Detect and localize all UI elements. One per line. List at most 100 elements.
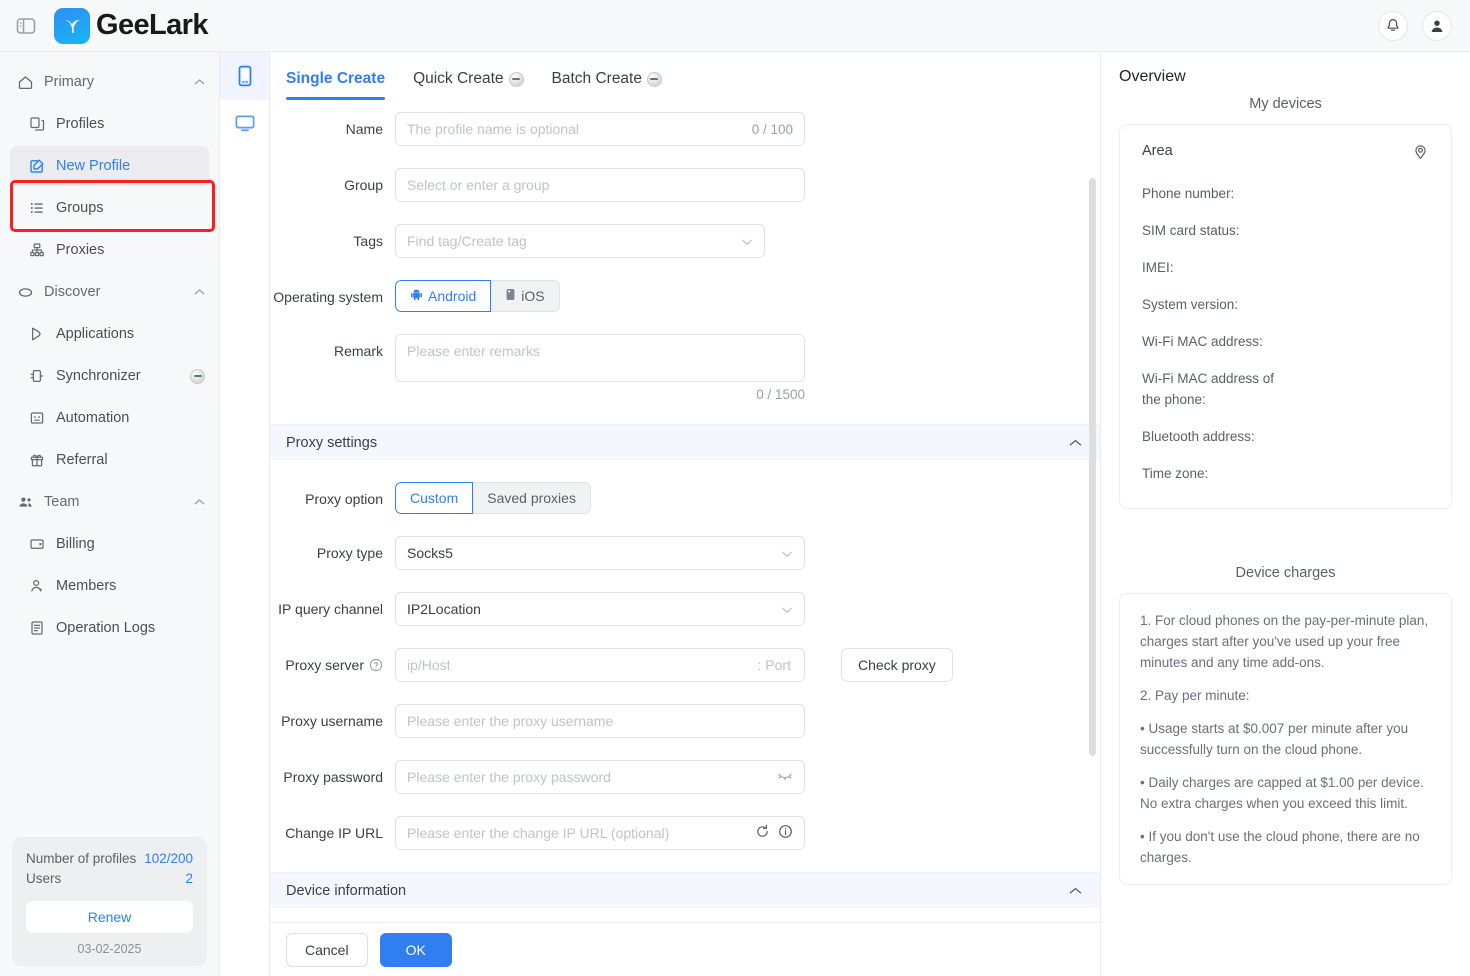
sidebar-item-applications[interactable]: Applications (10, 314, 209, 354)
proxy-option-custom[interactable]: Custom (395, 482, 474, 514)
brand-name: GeeLark (96, 9, 208, 41)
desktop-device-icon[interactable] (220, 100, 269, 148)
proxy-username-input[interactable]: Please enter the proxy username (395, 704, 805, 738)
proxy-password-input[interactable]: Please enter the proxy password (395, 760, 805, 794)
edit-square-icon (28, 157, 46, 175)
os-option-ios[interactable]: iOS (490, 280, 560, 312)
tags-select[interactable]: Find tag/Create tag (395, 224, 765, 258)
device-field: Bluetooth address: (1142, 429, 1255, 444)
device-field: Wi-Fi MAC address of the phone: (1142, 371, 1275, 407)
user-avatar-icon[interactable] (1422, 10, 1452, 41)
sidebar-group-discover[interactable]: Discover (0, 272, 219, 312)
sidebar-item-automation[interactable]: Automation (10, 398, 209, 438)
charge-paragraph: • If you don't use the cloud phone, ther… (1140, 829, 1420, 865)
proxy-password-placeholder: Please enter the proxy password (407, 769, 611, 785)
logs-icon (28, 619, 46, 637)
info-circle-icon[interactable] (778, 824, 793, 842)
proxy-settings-section-header[interactable]: Proxy settings (270, 424, 1100, 460)
map-pin-icon[interactable] (1412, 143, 1429, 165)
name-label: Name (345, 121, 383, 137)
sidebar-item-new-profile[interactable]: New Profile (10, 146, 209, 186)
chevron-down-icon (781, 545, 793, 561)
create-mode-tabs: Single Create Quick Create Batch Create (270, 52, 1100, 106)
broken-image-badge-icon (646, 71, 662, 87)
cancel-button[interactable]: Cancel (286, 932, 368, 967)
sidebar-item-referral[interactable]: Referral (10, 440, 209, 480)
help-circle-icon[interactable] (369, 655, 383, 677)
cloud-icon (16, 283, 34, 301)
proxy-password-control: Please enter the proxy password (395, 760, 1100, 794)
sidebar-nav: Primary Profiles New Profile Groups Prox… (0, 52, 219, 829)
panel-toggle-icon[interactable] (14, 14, 38, 38)
chevron-up-icon[interactable] (1069, 883, 1082, 899)
phone-device-icon[interactable] (220, 52, 269, 100)
device-type-rail (220, 52, 270, 976)
device-field: SIM card status: (1142, 223, 1240, 238)
sidebar-group-primary[interactable]: Primary (0, 62, 219, 102)
ok-button[interactable]: OK (379, 932, 452, 967)
charge-paragraph: • Usage starts at $0.007 per minute afte… (1140, 721, 1409, 757)
name-input[interactable]: The profile name is optional 0 / 100 (395, 112, 805, 146)
body-row: Primary Profiles New Profile Groups Prox… (0, 52, 1470, 976)
apple-device-icon (505, 288, 516, 304)
home-icon (16, 73, 34, 91)
charge-paragraph: 1. For cloud phones on the pay-per-minut… (1140, 613, 1429, 670)
proxy-type-value: Socks5 (407, 545, 453, 561)
remark-textarea[interactable]: Please enter remarks (395, 334, 805, 382)
check-proxy-button[interactable]: Check proxy (841, 648, 953, 682)
tags-control: Find tag/Create tag (395, 224, 1100, 258)
bell-icon[interactable] (1378, 10, 1408, 41)
users-count-row: Users 2 (26, 869, 193, 889)
change-ip-url-label: Change IP URL (285, 825, 383, 841)
sidebar: Primary Profiles New Profile Groups Prox… (0, 52, 220, 976)
device-field: Time zone: (1142, 466, 1209, 481)
remark-placeholder: Please enter remarks (407, 343, 541, 359)
change-ip-url-input[interactable]: Please enter the change IP URL (optional… (395, 816, 805, 850)
field-row-os: Operating system Android iOS (270, 280, 1100, 312)
field-row-change-ip-url: Change IP URL Please enter the change IP… (270, 816, 1100, 850)
field-row-tags: Tags Find tag/Create tag (270, 224, 1100, 258)
group-label: Group (344, 177, 383, 193)
ip-query-channel-control: IP2Location (395, 592, 1100, 626)
tab-single-create[interactable]: Single Create (286, 70, 386, 100)
tab-quick-create[interactable]: Quick Create (413, 70, 524, 100)
main-content: Single Create Quick Create Batch Create … (270, 52, 1100, 976)
sidebar-item-members[interactable]: Members (10, 566, 209, 606)
change-ip-url-control: Please enter the change IP URL (optional… (395, 816, 1100, 850)
sidebar-item-profiles[interactable]: Profiles (10, 104, 209, 144)
form-scrollbar-thumb[interactable] (1089, 178, 1096, 756)
sidebar-item-label: Members (56, 578, 117, 594)
remark-label: Remark (333, 343, 383, 359)
name-placeholder: The profile name is optional (407, 121, 579, 137)
proxy-option-label: Proxy option (305, 491, 383, 507)
ip-query-channel-select[interactable]: IP2Location (395, 592, 805, 626)
sidebar-group-team[interactable]: Team (0, 482, 219, 522)
refresh-icon[interactable] (755, 824, 770, 842)
sidebar-item-synchronizer[interactable]: Synchronizer (10, 356, 209, 396)
sidebar-item-proxies[interactable]: Proxies (10, 230, 209, 270)
group-input[interactable]: Select or enter a group (395, 168, 805, 202)
form-footer: Cancel OK (270, 922, 1100, 976)
os-control: Android iOS (395, 280, 1100, 312)
os-option-android[interactable]: Android (395, 280, 492, 312)
name-control: The profile name is optional 0 / 100 (395, 112, 1100, 146)
sidebar-item-groups[interactable]: Groups (10, 188, 209, 228)
tab-batch-create[interactable]: Batch Create (552, 70, 662, 100)
chevron-up-icon (193, 496, 205, 508)
device-information-section-header[interactable]: Device information (270, 872, 1100, 908)
proxy-type-select[interactable]: Socks5 (395, 536, 805, 570)
sidebar-item-operation-logs[interactable]: Operation Logs (10, 608, 209, 648)
field-row-group: Group Select or enter a group (270, 168, 1100, 202)
brand-logo[interactable]: GeeLark (54, 7, 208, 44)
sidebar-item-billing[interactable]: Billing (10, 524, 209, 564)
sidebar-item-label: Profiles (56, 116, 105, 132)
proxy-server-input[interactable]: ip/Host : Port (395, 648, 805, 682)
eye-off-icon[interactable] (777, 769, 793, 785)
device-info-card: Area Phone number: SIM card status: IMEI… (1119, 124, 1452, 509)
chevron-up-icon[interactable] (1069, 435, 1082, 451)
renew-button[interactable]: Renew (26, 901, 193, 933)
chevron-up-icon (193, 286, 205, 298)
users-count-value: 2 (185, 871, 193, 886)
proxy-option-saved[interactable]: Saved proxies (472, 482, 591, 514)
tags-placeholder: Find tag/Create tag (407, 233, 527, 249)
